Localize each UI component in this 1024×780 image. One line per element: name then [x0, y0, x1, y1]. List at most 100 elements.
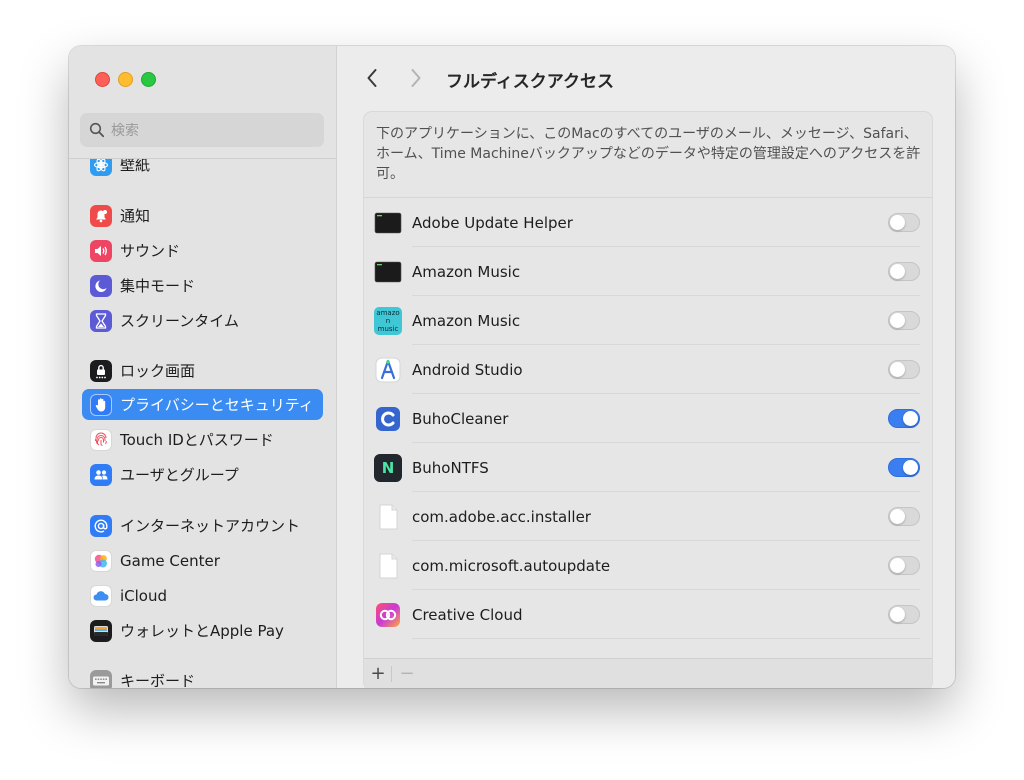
main-content: フルディスクアクセス 下のアプリケーションに、このMacのすべてのユーザのメール…	[337, 46, 955, 688]
access-toggle[interactable]	[888, 360, 920, 379]
terminal-icon	[374, 209, 402, 237]
app-row-amazon-music-helper: Amazon Music	[364, 247, 932, 296]
amazon-music-icon-text: amazon music	[376, 308, 400, 333]
app-row-buhontfs: N BuhoNTFS	[364, 443, 932, 492]
sidebar-item-game-center[interactable]: Game Center	[82, 545, 323, 576]
sidebar-item-sound[interactable]: サウンド	[82, 235, 323, 266]
app-name: Adobe Update Helper	[412, 213, 573, 232]
document-icon	[374, 503, 402, 531]
sidebar-item-keyboard[interactable]: キーボード	[82, 665, 323, 688]
panel-description: 下のアプリケーションに、このMacのすべてのユーザのメール、メッセージ、Safa…	[376, 126, 921, 182]
fingerprint-icon	[90, 428, 112, 451]
sidebar-item-privacy-security[interactable]: プライバシーとセキュリティ	[82, 389, 323, 420]
access-toggle[interactable]	[888, 213, 920, 232]
app-name: Creative Cloud	[412, 605, 523, 624]
access-toggle[interactable]	[888, 409, 920, 428]
sidebar-item-label: 通知	[120, 207, 151, 225]
sidebar-item-internet-accounts[interactable]: インターネットアカウント	[82, 510, 323, 541]
search-placeholder: 検索	[111, 123, 139, 139]
sidebar-item-screen-time[interactable]: スクリーンタイム	[82, 305, 323, 336]
hourglass-icon	[90, 309, 112, 332]
hand-icon	[90, 393, 112, 416]
game-center-icon	[90, 549, 112, 572]
at-icon	[90, 514, 112, 537]
app-name: BuhoNTFS	[412, 458, 489, 477]
footer-divider	[391, 666, 392, 682]
access-toggle[interactable]	[888, 458, 920, 477]
search-icon	[89, 122, 105, 138]
sidebar-item-focus[interactable]: 集中モード	[82, 270, 323, 301]
sidebar-item-users-groups[interactable]: ユーザとグループ	[82, 459, 323, 490]
android-studio-icon	[374, 356, 402, 384]
access-toggle[interactable]	[888, 556, 920, 575]
app-name: com.microsoft.autoupdate	[412, 556, 611, 575]
bell-icon	[90, 204, 112, 227]
app-name: Android Studio	[412, 360, 523, 379]
sidebar-list: 壁紙 通知 サウンド 集中モード スクリーンタイム ロック画面 プライバシーとセ…	[69, 159, 336, 688]
moon-icon	[90, 274, 112, 297]
creative-cloud-icon	[374, 601, 402, 629]
settings-window: 検索 壁紙 通知 サウンド 集中モード スクリーンタイム ロック画面 プライバシ…	[69, 46, 955, 688]
terminal-icon	[374, 258, 402, 286]
sidebar-item-label: ウォレットとApple Pay	[120, 622, 284, 640]
speaker-icon	[90, 239, 112, 262]
toggle-knob	[890, 362, 905, 377]
sidebar-item-lock-screen[interactable]: ロック画面	[82, 355, 323, 386]
sidebar-item-label: Touch IDとパスワード	[120, 431, 274, 449]
app-row-buhocleaner: BuhoCleaner	[364, 394, 932, 443]
users-icon	[90, 463, 112, 486]
wallpaper-icon	[90, 159, 112, 176]
app-name: com.adobe.acc.installer	[412, 507, 591, 526]
sidebar-item-label: ロック画面	[120, 362, 196, 380]
sidebar: 検索 壁紙 通知 サウンド 集中モード スクリーンタイム ロック画面 プライバシ…	[69, 46, 337, 688]
app-row-android-studio: Android Studio	[364, 345, 932, 394]
forward-button[interactable]	[405, 66, 427, 90]
zoom-button[interactable]	[141, 72, 156, 87]
toggle-knob	[890, 509, 905, 524]
app-name: Amazon Music	[412, 311, 521, 330]
sidebar-item-notifications[interactable]: 通知	[82, 200, 323, 231]
access-toggle[interactable]	[888, 605, 920, 624]
window-controls	[95, 72, 156, 87]
app-row-adobe-update-helper: Adobe Update Helper	[364, 198, 932, 247]
sidebar-item-icloud[interactable]: iCloud	[82, 580, 323, 611]
remove-app-button[interactable]: −	[395, 662, 419, 686]
app-row-amazon-music: amazon music Amazon Music	[364, 296, 932, 345]
sidebar-item-label: プライバシーとセキュリティ	[120, 396, 314, 414]
sidebar-item-label: ユーザとグループ	[120, 466, 239, 484]
minimize-button[interactable]	[118, 72, 133, 87]
sidebar-item-label: 集中モード	[120, 277, 196, 295]
sidebar-item-label: インターネットアカウント	[120, 517, 301, 535]
sidebar-item-touch-id[interactable]: Touch IDとパスワード	[82, 424, 323, 455]
document-icon	[374, 552, 402, 580]
add-app-button[interactable]: +	[366, 662, 390, 686]
list-footer: + −	[364, 658, 932, 688]
sidebar-item-label: iCloud	[120, 586, 168, 605]
amazon-music-icon: amazon music	[374, 306, 402, 335]
lock-icon	[90, 359, 112, 382]
app-name: Amazon Music	[412, 262, 521, 281]
keyboard-icon	[90, 669, 112, 688]
buhontfs-icon: N	[374, 453, 402, 482]
wallet-icon	[90, 619, 112, 642]
access-toggle[interactable]	[888, 507, 920, 526]
back-button[interactable]	[361, 66, 383, 90]
row-divider	[412, 638, 920, 639]
close-button[interactable]	[95, 72, 110, 87]
sidebar-item-wallpaper[interactable]: 壁紙	[82, 159, 323, 180]
sidebar-item-label: 壁紙	[120, 159, 151, 174]
toggle-knob	[890, 558, 905, 573]
cloud-icon	[90, 584, 112, 607]
app-row-microsoft-autoupdate: com.microsoft.autoupdate	[364, 541, 932, 590]
toggle-knob	[890, 264, 905, 279]
search-input[interactable]: 検索	[80, 113, 324, 147]
access-toggle[interactable]	[888, 311, 920, 330]
buhocleaner-icon	[374, 405, 402, 433]
sidebar-item-label: Game Center	[120, 551, 220, 570]
access-toggle[interactable]	[888, 262, 920, 281]
chevron-left-icon	[367, 69, 377, 87]
sidebar-item-label: スクリーンタイム	[120, 312, 239, 330]
sidebar-item-label: キーボード	[120, 672, 196, 688]
app-row-adobe-acc-installer: com.adobe.acc.installer	[364, 492, 932, 541]
sidebar-item-wallet[interactable]: ウォレットとApple Pay	[82, 615, 323, 646]
